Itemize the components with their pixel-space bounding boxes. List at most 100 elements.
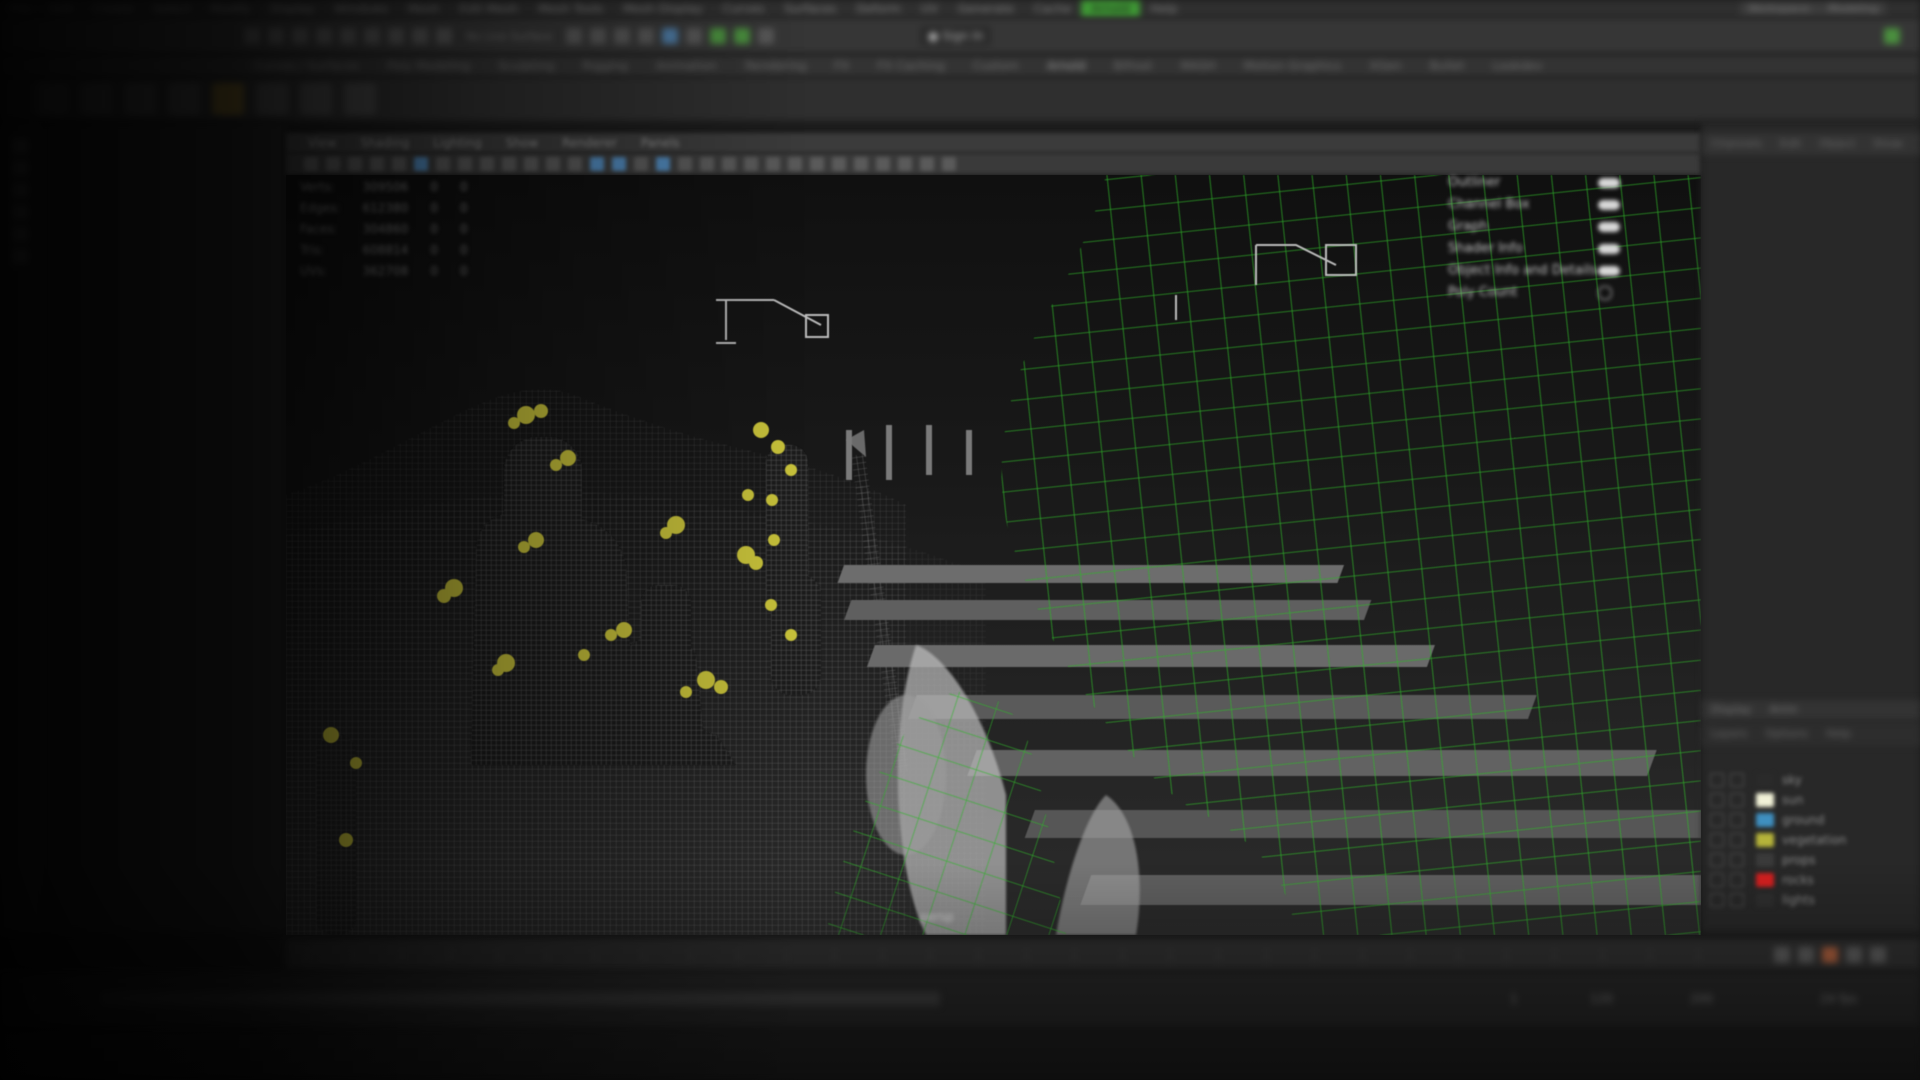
go-to-start-icon[interactable] bbox=[1774, 947, 1790, 963]
visibility-toggle-icon[interactable] bbox=[1710, 793, 1724, 807]
select-hierarchy-icon[interactable] bbox=[364, 28, 380, 44]
snap-view-icon[interactable] bbox=[638, 28, 655, 44]
rotate-tool-icon[interactable] bbox=[12, 226, 28, 242]
layer-color-swatch[interactable] bbox=[1756, 853, 1774, 867]
playback-end-field[interactable]: 120 bbox=[1590, 992, 1613, 1006]
film-gate-icon[interactable] bbox=[458, 157, 472, 171]
channel-tab-channels[interactable]: Channels bbox=[1702, 133, 1771, 155]
gamma-icon[interactable] bbox=[920, 157, 934, 171]
snap-curve-icon[interactable] bbox=[590, 28, 607, 44]
fps-dropdown[interactable]: 24 fps bbox=[1820, 992, 1857, 1006]
layer-menu-help[interactable]: Help bbox=[1817, 722, 1860, 746]
depth-of-field-icon[interactable] bbox=[788, 157, 802, 171]
safe-action-icon[interactable] bbox=[546, 157, 560, 171]
menu-item-arnold[interactable]: Arnold bbox=[1081, 0, 1141, 18]
snap-point-icon[interactable] bbox=[614, 28, 631, 44]
visibility-toggle-icon[interactable] bbox=[1710, 853, 1724, 867]
select-component-icon[interactable] bbox=[412, 28, 428, 44]
wireframe-icon[interactable] bbox=[590, 157, 604, 171]
play-forward-icon[interactable] bbox=[1846, 947, 1862, 963]
toggle-switch-icon[interactable] bbox=[1598, 199, 1620, 210]
two-d-pan-icon[interactable] bbox=[392, 157, 406, 171]
step-back-icon[interactable] bbox=[1798, 947, 1814, 963]
layer-row[interactable]: sky bbox=[1710, 770, 1920, 790]
shelf-tab-mash[interactable]: MASH bbox=[1166, 55, 1229, 77]
viewport-menu-view[interactable]: View bbox=[296, 133, 348, 153]
channel-tab-show[interactable]: Show bbox=[1864, 133, 1912, 155]
photometric-light-icon[interactable] bbox=[212, 83, 244, 115]
toggle-switch-icon[interactable] bbox=[1598, 285, 1612, 300]
scale-tool-icon[interactable] bbox=[12, 248, 28, 264]
menu-item-mesh-display[interactable]: Mesh Display bbox=[613, 0, 713, 18]
shelf-tab-curves-surfaces[interactable]: Curves / Surfaces bbox=[240, 55, 373, 77]
layer-color-swatch[interactable] bbox=[1756, 893, 1774, 907]
play-back-icon[interactable] bbox=[1822, 947, 1838, 963]
shelf-tab-sculpting[interactable]: Sculpting bbox=[484, 55, 568, 77]
layer-color-swatch[interactable] bbox=[1756, 873, 1774, 887]
bookmark-icon[interactable] bbox=[348, 157, 362, 171]
shelf-tab-rigging[interactable]: Rigging bbox=[568, 55, 641, 77]
menu-item-edit-mesh[interactable]: Edit Mesh bbox=[449, 0, 528, 18]
hud-toggle-row[interactable]: Outliner bbox=[1448, 172, 1620, 194]
hud-toggle-row[interactable]: Object Info and Details bbox=[1448, 260, 1620, 282]
field-chart-icon[interactable] bbox=[524, 157, 538, 171]
wireframe-on-shaded-icon[interactable] bbox=[634, 157, 648, 171]
skydome-light-icon[interactable] bbox=[124, 83, 156, 115]
reference-toggle-icon[interactable] bbox=[1730, 833, 1744, 847]
grid-icon[interactable] bbox=[436, 157, 450, 171]
camera-attributes-icon[interactable] bbox=[326, 157, 340, 171]
visibility-toggle-icon[interactable] bbox=[1710, 873, 1724, 887]
toggle-switch-icon[interactable] bbox=[1598, 265, 1620, 276]
range-start-field[interactable]: 1 bbox=[30, 992, 38, 1006]
toggle-switch-icon[interactable] bbox=[1598, 243, 1620, 254]
menu-item-cache[interactable]: Cache bbox=[1024, 0, 1081, 18]
toggle-switch-icon[interactable] bbox=[1598, 221, 1620, 232]
motion-blur-icon[interactable] bbox=[744, 157, 758, 171]
range-slider-bar[interactable] bbox=[100, 992, 940, 1006]
shelf-tab-custom[interactable]: Custom bbox=[959, 55, 1033, 77]
render-settings-icon[interactable] bbox=[734, 28, 751, 44]
reference-toggle-icon[interactable] bbox=[1730, 793, 1744, 807]
layer-color-swatch[interactable] bbox=[1756, 793, 1774, 807]
hud-toggle-row[interactable]: Channel Box bbox=[1448, 194, 1620, 216]
menu-item-mesh-tools[interactable]: Mesh Tools bbox=[528, 0, 613, 18]
shelf-tab-poly-modeling[interactable]: Poly Modeling bbox=[373, 55, 484, 77]
image-plane-icon[interactable] bbox=[370, 157, 384, 171]
shelf-tab-bifrost[interactable]: Bifrost bbox=[1100, 55, 1167, 77]
screen-space-ao-icon[interactable] bbox=[722, 157, 736, 171]
menu-item-deform[interactable]: Deform bbox=[846, 0, 911, 18]
layer-row[interactable]: props bbox=[1710, 850, 1920, 870]
resolution-gate-icon[interactable] bbox=[480, 157, 494, 171]
menu-item-select[interactable]: Select bbox=[143, 0, 200, 18]
move-tool-icon[interactable] bbox=[12, 204, 28, 220]
xray-icon[interactable] bbox=[832, 157, 846, 171]
menu-item-generate[interactable]: Generate bbox=[948, 0, 1024, 18]
toggle-switch-icon[interactable] bbox=[1598, 177, 1620, 188]
viewport-menu-shading[interactable]: Shading bbox=[348, 133, 421, 153]
smooth-shade-icon[interactable] bbox=[612, 157, 626, 171]
workspace-dropdown[interactable]: Modeling bbox=[1820, 2, 1887, 16]
visibility-toggle-icon[interactable] bbox=[1710, 773, 1724, 787]
use-all-lights-icon[interactable] bbox=[678, 157, 692, 171]
menu-item-curves[interactable]: Curves bbox=[713, 0, 775, 18]
snap-grid-icon[interactable] bbox=[566, 28, 583, 44]
menu-item-uv[interactable]: UV bbox=[911, 0, 948, 18]
layer-menu-options[interactable]: Options bbox=[1756, 722, 1816, 746]
layer-row[interactable]: sun bbox=[1710, 790, 1920, 810]
safe-title-icon[interactable] bbox=[568, 157, 582, 171]
shelf-tab-motion-graphics[interactable]: Motion Graphics bbox=[1230, 55, 1356, 77]
hud-toggle-row[interactable]: Shader Info bbox=[1448, 238, 1620, 260]
viewport-menu-panels[interactable]: Panels bbox=[629, 133, 692, 153]
mesh-light-icon[interactable] bbox=[168, 83, 200, 115]
reference-toggle-icon[interactable] bbox=[1730, 893, 1744, 907]
shelf-tab-animation[interactable]: Animation bbox=[642, 55, 731, 77]
channel-tab-edit[interactable]: Edit bbox=[1771, 133, 1810, 155]
reference-toggle-icon[interactable] bbox=[1730, 853, 1744, 867]
menu-item-edit[interactable]: Edit bbox=[40, 0, 83, 18]
shelf-tab-lookdev[interactable]: Lookdev bbox=[1478, 55, 1556, 77]
visibility-toggle-icon[interactable] bbox=[1710, 893, 1724, 907]
layer-row[interactable]: vegetation bbox=[1710, 830, 1920, 850]
playback-start-field[interactable]: 1 bbox=[1510, 992, 1518, 1006]
shelf-tab-fx-caching[interactable]: FX Caching bbox=[863, 55, 958, 77]
standin-icon[interactable] bbox=[344, 83, 376, 115]
